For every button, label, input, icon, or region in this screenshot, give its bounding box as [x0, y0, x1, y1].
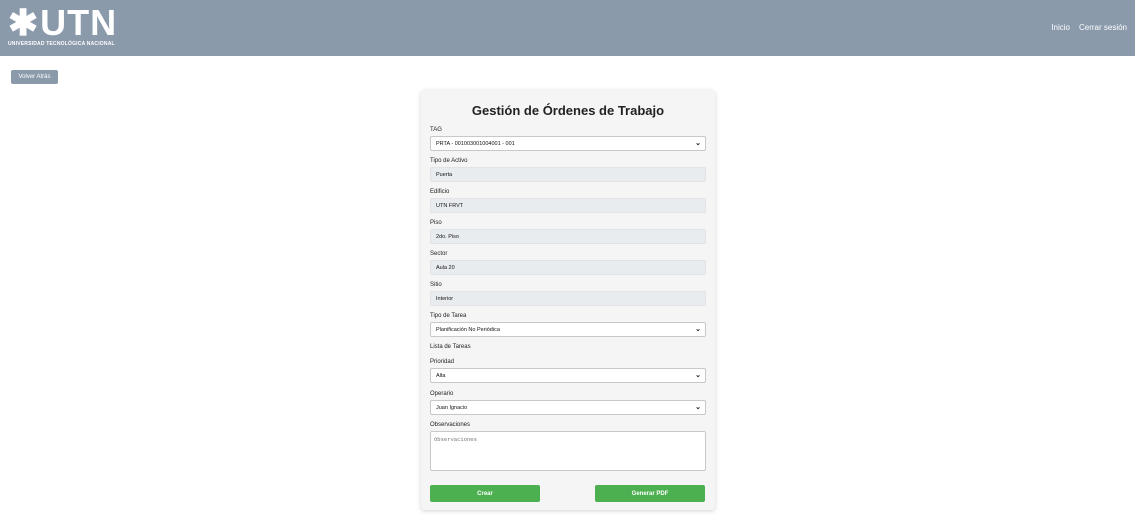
chevron-down-icon: ⌄ — [695, 372, 701, 379]
nav-cerrar-sesion-link[interactable]: Cerrar sesión — [1079, 23, 1127, 32]
observaciones-label: Observaciones — [430, 422, 471, 428]
sitio-value: Interior — [436, 296, 454, 302]
generar-pdf-button[interactable]: Generar PDF — [595, 485, 705, 502]
header-nav: Inicio Cerrar sesión — [1051, 23, 1127, 32]
work-order-form: Gestión de Órdenes de Trabajo TAG PRTA -… — [421, 90, 715, 510]
piso-value: 2do. Piso — [436, 234, 459, 240]
tipo-activo-value: Puerta — [436, 172, 453, 178]
tag-select[interactable]: PRTA - 001003001004001 - 001 ⌄ — [430, 136, 706, 151]
prioridad-select[interactable]: Alta ⌄ — [430, 368, 706, 383]
sector-field: Aula 20 — [430, 260, 706, 275]
edificio-label: Edificio — [430, 189, 450, 195]
chevron-down-icon: ⌄ — [695, 140, 701, 147]
edificio-value: UTN FRVT — [436, 203, 464, 209]
back-button[interactable]: Volver Atrás — [11, 70, 58, 84]
utn-star-icon: ✱ — [8, 2, 39, 43]
operario-value: Juan Ignacio — [436, 405, 468, 411]
sitio-field: Interior — [430, 291, 706, 306]
operario-select[interactable]: Juan Ignacio ⌄ — [430, 400, 706, 415]
crear-button[interactable]: Crear — [430, 485, 540, 502]
tipo-tarea-select[interactable]: Planificación No Periódica ⌄ — [430, 322, 706, 337]
operario-label: Operario — [430, 391, 454, 397]
form-title: Gestión de Órdenes de Trabajo — [471, 103, 665, 118]
prioridad-label: Prioridad — [430, 359, 455, 365]
observaciones-textarea[interactable] — [430, 431, 706, 471]
nav-inicio-link[interactable]: Inicio — [1051, 23, 1070, 32]
sector-label: Sector — [430, 251, 448, 257]
chevron-down-icon: ⌄ — [695, 404, 701, 411]
logo-text: UTN — [40, 2, 118, 43]
utn-logo[interactable]: ✱ UTN UNIVERSIDAD TECNOLÓGICA NACIONAL — [8, 2, 118, 48]
tipo-tarea-value: Planificación No Periódica — [436, 327, 500, 333]
tag-label: TAG — [430, 127, 442, 133]
tag-value: PRTA - 001003001004001 - 001 — [436, 141, 515, 147]
sitio-label: Sitio — [430, 282, 442, 288]
tipo-activo-label: Tipo de Activo — [430, 158, 468, 164]
logo-subtitle: UNIVERSIDAD TECNOLÓGICA NACIONAL — [8, 41, 115, 47]
prioridad-value: Alta — [436, 373, 446, 379]
edificio-field: UTN FRVT — [430, 198, 706, 213]
lista-tareas-label: Lista de Tareas — [430, 344, 471, 350]
tipo-tarea-label: Tipo de Tarea — [430, 313, 467, 319]
sector-value: Aula 20 — [436, 265, 455, 271]
piso-label: Piso — [430, 220, 442, 226]
tipo-activo-field: Puerta — [430, 167, 706, 182]
top-navbar: ✱ UTN UNIVERSIDAD TECNOLÓGICA NACIONAL I… — [0, 0, 1135, 56]
piso-field: 2do. Piso — [430, 229, 706, 244]
chevron-down-icon: ⌄ — [695, 326, 701, 333]
